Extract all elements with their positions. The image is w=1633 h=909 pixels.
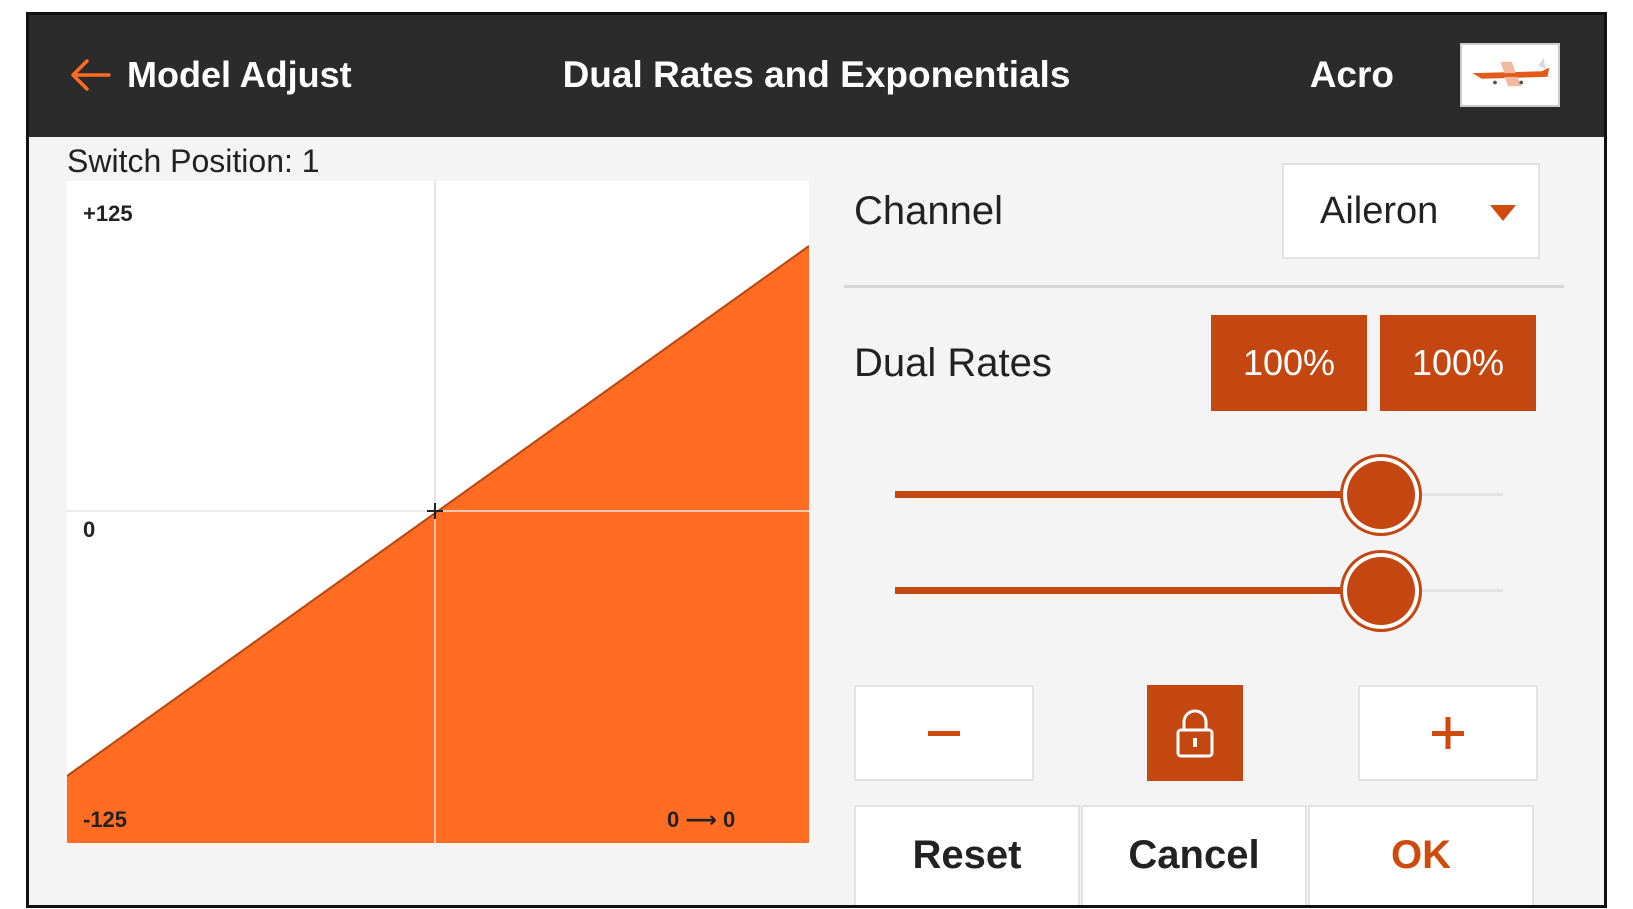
increment-button[interactable]: [1358, 685, 1538, 781]
cancel-button[interactable]: Cancel: [1081, 805, 1307, 905]
slider-fill: [895, 587, 1382, 594]
screen-frame: Model Adjust Dual Rates and Exponentials…: [26, 12, 1607, 908]
airplane-icon: [1472, 58, 1550, 87]
y-zero-label: 0: [83, 517, 96, 542]
reset-button[interactable]: Reset: [854, 805, 1080, 905]
slider-fill: [895, 491, 1382, 498]
y-min-label: -125: [83, 807, 128, 832]
dual-rates-label: Dual Rates: [854, 341, 1052, 385]
caret-down-icon: [1490, 205, 1516, 221]
minus-icon: [928, 731, 960, 736]
divider: [844, 285, 1564, 288]
rate-2-button[interactable]: 100%: [1380, 315, 1536, 411]
channel-dropdown[interactable]: Aileron: [1282, 163, 1540, 259]
decrement-button[interactable]: [854, 685, 1034, 781]
lock-button[interactable]: [1147, 685, 1243, 781]
rate-2-slider[interactable]: [895, 551, 1503, 631]
lock-icon: [1176, 709, 1214, 758]
channel-label: Channel: [854, 189, 1004, 233]
channel-selected-value: Aileron: [1320, 189, 1439, 232]
model-name: Acro: [1309, 54, 1394, 95]
plus-icon: [1432, 717, 1464, 749]
model-image[interactable]: [1460, 43, 1560, 107]
rate-1-button[interactable]: 100%: [1211, 315, 1367, 411]
slider-knob[interactable]: [1347, 461, 1416, 529]
curve-fill: [67, 246, 809, 843]
ok-button[interactable]: OK: [1308, 805, 1534, 905]
output-readout: 0 ⟶ 0: [667, 807, 736, 832]
curve-graph: +125 0 -125 0 ⟶ 0: [67, 181, 809, 843]
slider-knob[interactable]: [1347, 557, 1416, 625]
rate-1-slider[interactable]: [895, 455, 1503, 535]
y-max-label: +125: [83, 201, 133, 226]
switch-position-label: Switch Position: 1: [67, 143, 320, 179]
header-bar: Model Adjust Dual Rates and Exponentials…: [29, 15, 1604, 137]
